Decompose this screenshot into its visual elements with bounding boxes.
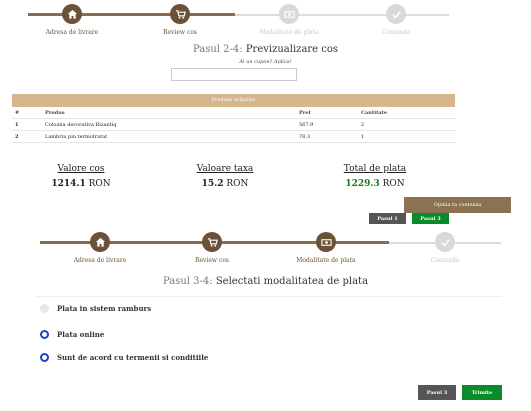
col-price: Pret — [299, 110, 311, 116]
money-icon — [279, 4, 299, 24]
tax-value-block: Valoare taxa 15.2 RON — [170, 164, 280, 189]
col-product: Produs — [45, 110, 65, 116]
tax-value-label: Valoare taxa — [196, 164, 254, 174]
tax-value: 15.2 RON — [201, 179, 249, 189]
row-product: Lambriu pin termotratat — [45, 134, 108, 140]
radio-button[interactable] — [40, 353, 49, 362]
divider — [36, 296, 502, 297]
feedback-button[interactable]: Opinia ta conteaza — [404, 197, 511, 213]
progress-stepper-top: Adresa de livrare Review cos Modalitate … — [0, 4, 531, 44]
row-price: 78.3 — [299, 134, 311, 140]
row-quantity: 2 — [361, 122, 365, 128]
check-icon — [386, 4, 406, 24]
step-title: Previzualizare cos — [245, 44, 339, 55]
table-row: 2 Lambriu pin termotratat 78.3 1 — [12, 131, 455, 143]
coupon-input[interactable] — [171, 68, 297, 81]
col-index: # — [15, 110, 20, 116]
prev-step-button[interactable]: Pasul 1 — [369, 213, 406, 224]
cart-value: 1214.1 RON — [51, 179, 111, 189]
radio-button[interactable] — [40, 304, 49, 313]
step-order[interactable]: Comanda — [405, 232, 485, 264]
cart-value-block: Valore cos 1214.1 RON — [26, 164, 136, 189]
row-index: 2 — [15, 134, 19, 140]
payment-heading: Pasul 3-4: Selectati modalitatea de plat… — [0, 276, 531, 287]
step-title: Selectati modalitatea de plata — [215, 276, 369, 287]
check-icon — [435, 232, 455, 252]
cart-value-label: Valore cos — [57, 164, 105, 174]
products-table-title: Produse achizitie — [12, 94, 455, 107]
option-label: Sunt de acord cu termenii si conditiile — [57, 353, 209, 362]
step-payment-method[interactable]: Modalitate de plata — [249, 4, 329, 36]
step-number: Pasul 3-4: — [162, 276, 213, 287]
step-label: Comanda — [381, 29, 411, 36]
coupon-link[interactable]: Ai un cupon? Aplica! — [0, 59, 531, 65]
row-quantity: 1 — [361, 134, 365, 140]
step-review-cart[interactable]: Review cos — [172, 232, 252, 264]
row-index: 1 — [15, 122, 19, 128]
next-step-button[interactable]: Pasul 3 — [412, 213, 449, 224]
table-header-row: # Produs Pret Cantitate — [12, 107, 455, 119]
step-label: Adresa de livrare — [45, 29, 99, 36]
products-table: # Produs Pret Cantitate 1 Coloana decora… — [12, 107, 455, 143]
row-product: Coloana decorativa Bizantiq — [45, 122, 117, 128]
home-icon — [62, 4, 82, 24]
review-heading: Pasul 2-4: Previzualizare cos — [0, 44, 531, 55]
col-quantity: Cantitate — [361, 110, 388, 116]
home-icon — [90, 232, 110, 252]
row-price: 567.9 — [299, 122, 314, 128]
total-value: 1229.3 RON — [345, 179, 405, 189]
step-payment-method[interactable]: Modalitate de plata — [286, 232, 366, 264]
submit-button[interactable]: Trimite — [462, 385, 502, 400]
step-label: Adresa de livrare — [73, 257, 127, 264]
option-label: Plata online — [57, 330, 105, 339]
step-label: Review cos — [194, 257, 230, 264]
cart-icon — [202, 232, 222, 252]
step-label: Modalitate de plata — [296, 257, 356, 264]
total-value-label: Total de plata — [343, 164, 407, 174]
step-label: Review cos — [162, 29, 198, 36]
step-review-cart[interactable]: Review cos — [140, 4, 220, 36]
step-label: Comanda — [430, 257, 460, 264]
payment-option-cash-on-delivery[interactable]: Plata in sistem ramburs — [40, 304, 151, 313]
progress-stepper-bottom: Adresa de livrare Review cos Modalitate … — [0, 232, 531, 272]
cart-icon — [170, 4, 190, 24]
option-label: Plata in sistem ramburs — [57, 304, 152, 313]
step-delivery-address[interactable]: Adresa de livrare — [60, 232, 140, 264]
radio-button[interactable] — [40, 330, 49, 339]
prev-step-button[interactable]: Pasul 3 — [418, 385, 456, 400]
payment-option-online[interactable]: Plata online — [40, 330, 104, 339]
step-delivery-address[interactable]: Adresa de livrare — [32, 4, 112, 36]
total-value-block: Total de plata 1229.3 RON — [320, 164, 430, 189]
step-order[interactable]: Comanda — [356, 4, 436, 36]
step-number: Pasul 2-4: — [192, 44, 243, 55]
step-label: Modalitate de plata — [259, 29, 319, 36]
terms-agreement-option[interactable]: Sunt de acord cu termenii si conditiile — [40, 353, 208, 362]
money-icon — [316, 232, 336, 252]
table-row: 1 Coloana decorativa Bizantiq 567.9 2 — [12, 119, 455, 131]
